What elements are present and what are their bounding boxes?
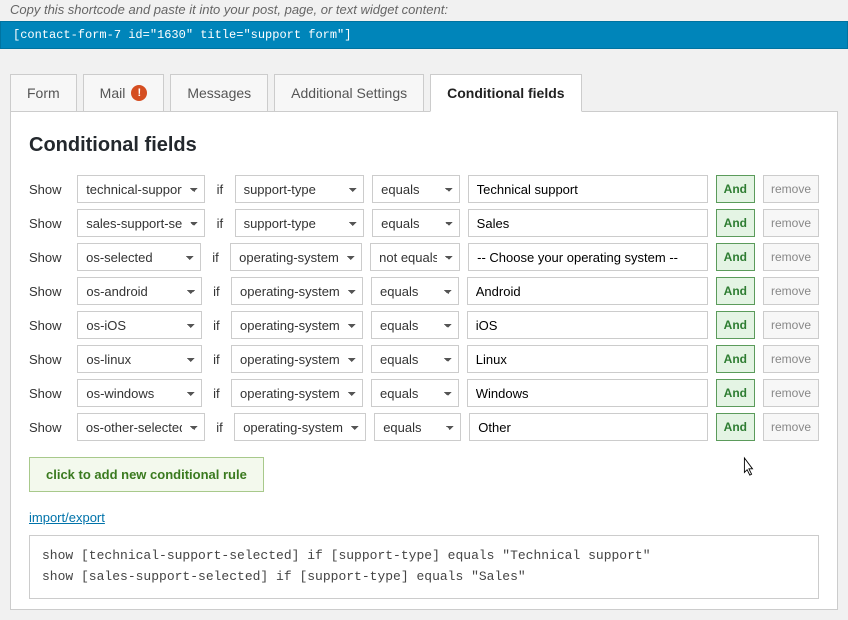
if-label: if bbox=[213, 420, 226, 435]
value-input[interactable] bbox=[469, 413, 707, 441]
import-export-link[interactable]: import/export bbox=[29, 510, 105, 525]
tab-form[interactable]: Form bbox=[10, 74, 77, 112]
rule-row: Show sales-support-sele if support-typeequa… bbox=[29, 209, 819, 237]
field-select[interactable]: operating-system bbox=[231, 379, 363, 407]
panel-title: Conditional fields bbox=[29, 134, 819, 157]
remove-button[interactable]: remove bbox=[763, 243, 819, 271]
group-select[interactable]: os-android bbox=[77, 277, 201, 305]
and-button[interactable]: And bbox=[716, 413, 755, 441]
value-input[interactable] bbox=[467, 379, 708, 407]
remove-button[interactable]: remove bbox=[763, 379, 819, 407]
rule-row: Show os-other-selected if operating-system e… bbox=[29, 413, 819, 441]
operator-select[interactable]: equals bbox=[371, 379, 459, 407]
value-input[interactable] bbox=[467, 311, 708, 339]
group-select[interactable]: os-iOS bbox=[77, 311, 201, 339]
field-select[interactable]: operating-system bbox=[234, 413, 366, 441]
operator-select[interactable]: equals bbox=[372, 175, 460, 203]
value-input[interactable] bbox=[468, 175, 708, 203]
if-label: if bbox=[210, 318, 223, 333]
remove-button[interactable]: remove bbox=[763, 175, 819, 203]
and-button[interactable]: And bbox=[716, 311, 755, 339]
rules-list: Showtechnical-supportifsupport-typeequal… bbox=[29, 175, 819, 441]
group-select[interactable]: os-selected bbox=[77, 243, 201, 271]
rule-row: Show os-iOS if operating-system equals Andrem… bbox=[29, 311, 819, 339]
value-input[interactable] bbox=[467, 277, 708, 305]
if-label: if bbox=[209, 250, 222, 265]
and-button[interactable]: And bbox=[716, 243, 755, 271]
show-label: Show bbox=[29, 420, 69, 435]
remove-button[interactable]: remove bbox=[763, 209, 819, 237]
value-input[interactable] bbox=[468, 209, 708, 237]
if-label: if bbox=[213, 216, 226, 231]
tab-label: Mail bbox=[100, 85, 126, 101]
add-rule-button[interactable]: click to add new conditional rule bbox=[29, 457, 264, 492]
if-label: if bbox=[210, 284, 223, 299]
if-label: if bbox=[210, 386, 223, 401]
field-select[interactable]: support-type bbox=[235, 209, 365, 237]
tab-row: Form Mail! Messages Additional Settings Cond… bbox=[10, 73, 838, 111]
rule-row: Show os-android if operating-system equals An… bbox=[29, 277, 819, 305]
show-label: Show bbox=[29, 386, 69, 401]
value-input[interactable] bbox=[467, 345, 708, 373]
tab-label: Additional Settings bbox=[291, 85, 407, 101]
field-select[interactable]: operating-system bbox=[231, 311, 363, 339]
remove-button[interactable]: remove bbox=[763, 277, 819, 305]
field-select[interactable]: support-type bbox=[235, 175, 365, 203]
show-label: Show bbox=[29, 182, 69, 197]
group-select[interactable]: sales-support-sele bbox=[77, 209, 205, 237]
and-button[interactable]: And bbox=[716, 209, 755, 237]
show-label: Show bbox=[29, 318, 69, 333]
code-preview[interactable]: show [technical-support-selected] if [su… bbox=[29, 535, 819, 599]
group-select[interactable]: technical-support bbox=[77, 175, 205, 203]
operator-select[interactable]: equals bbox=[372, 209, 460, 237]
and-button[interactable]: And bbox=[716, 345, 755, 373]
field-select[interactable]: operating-system bbox=[231, 277, 363, 305]
remove-button[interactable]: remove bbox=[763, 311, 819, 339]
group-select[interactable]: os-linux bbox=[77, 345, 201, 373]
rule-row: Show os-windows if operating-system equals An… bbox=[29, 379, 819, 407]
shortcode-code[interactable]: [contact-form-7 id="1630" title="support… bbox=[0, 21, 848, 49]
rule-row: Show os-linux if operating-system equals Andr… bbox=[29, 345, 819, 373]
rule-row: Show os-selected if operating-system not equ… bbox=[29, 243, 819, 271]
alert-icon: ! bbox=[131, 85, 147, 101]
operator-select[interactable]: equals bbox=[371, 277, 459, 305]
field-select[interactable]: operating-system bbox=[230, 243, 362, 271]
operator-select[interactable]: equals bbox=[374, 413, 461, 441]
show-label: Show bbox=[29, 250, 69, 265]
rule-row: Show technical-support if support-typeequal… bbox=[29, 175, 819, 203]
show-label: Show bbox=[29, 284, 69, 299]
operator-select[interactable]: not equals bbox=[370, 243, 460, 271]
remove-button[interactable]: remove bbox=[763, 413, 819, 441]
and-button[interactable]: And bbox=[716, 379, 755, 407]
tab-label: Messages bbox=[187, 85, 251, 101]
operator-select[interactable]: equals bbox=[371, 345, 459, 373]
tab-label: Conditional fields bbox=[447, 85, 564, 101]
and-button[interactable]: And bbox=[716, 277, 755, 305]
tab-messages[interactable]: Messages bbox=[170, 74, 268, 112]
show-label: Show bbox=[29, 216, 69, 231]
field-select[interactable]: operating-system bbox=[231, 345, 363, 373]
conditional-fields-panel: Conditional fields Show technical-support… bbox=[10, 111, 838, 610]
remove-button[interactable]: remove bbox=[763, 345, 819, 373]
group-select[interactable]: os-other-selected bbox=[77, 413, 205, 441]
group-select[interactable]: os-windows bbox=[77, 379, 201, 407]
tab-conditional-fields[interactable]: Conditional fields bbox=[430, 74, 581, 112]
shortcode-hint: Copy this shortcode and paste it into yo… bbox=[0, 0, 848, 21]
tab-mail[interactable]: Mail! bbox=[83, 74, 165, 112]
if-label: if bbox=[213, 182, 226, 197]
tab-label: Form bbox=[27, 85, 60, 101]
value-input[interactable] bbox=[468, 243, 708, 271]
if-label: if bbox=[210, 352, 223, 367]
operator-select[interactable]: equals bbox=[371, 311, 459, 339]
tab-additional-settings[interactable]: Additional Settings bbox=[274, 74, 424, 112]
show-label: Show bbox=[29, 352, 69, 367]
and-button[interactable]: And bbox=[716, 175, 755, 203]
